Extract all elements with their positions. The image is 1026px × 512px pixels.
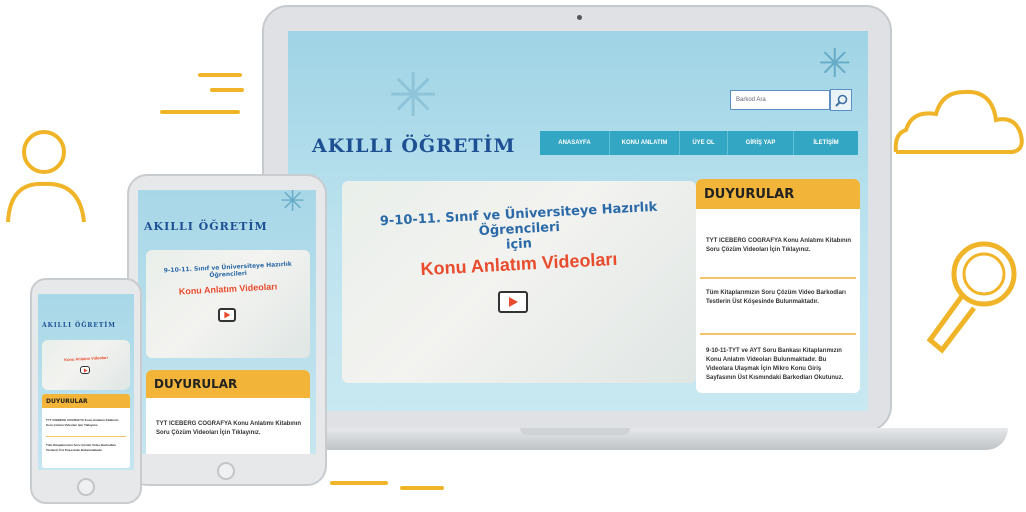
magnifier-icon xyxy=(926,241,1017,354)
palm-icon: ✳ xyxy=(388,62,439,129)
announcements-title: DUYURULAR xyxy=(696,179,860,209)
play-icon xyxy=(83,367,88,373)
site-logo[interactable]: AKILLI ÖĞRETİM xyxy=(42,322,116,329)
divider xyxy=(700,277,856,279)
phone-home-button[interactable] xyxy=(77,478,95,496)
play-icon xyxy=(509,297,518,307)
announcement-item: TYT ICEBERG COGRAFYA Konu Anlatımı Kitab… xyxy=(156,421,302,436)
barcode-search: Barkod Ara xyxy=(730,89,852,111)
tablet-screen: ✳ AKILLI ÖĞRETİM 9-10-11. Sınıf ve Ünive… xyxy=(138,190,316,454)
nav-login[interactable]: GİRİŞ YAP xyxy=(728,131,794,155)
announcement-link[interactable]: Tıklayınız. xyxy=(232,430,261,436)
user-icon xyxy=(6,130,86,223)
announcements-panel: DUYURULAR TYT ICEBERG COGRAFYA Konu Anla… xyxy=(146,370,310,454)
laptop-screen: ✳ ✳ Barkod Ara AKILLI ÖĞRETİM ANASAYFA K… xyxy=(288,31,868,411)
hero-banner[interactable]: 9-10-11. Sınıf ve Üniversiteye Hazırlık … xyxy=(342,181,696,383)
decor-streak xyxy=(210,88,244,92)
cloud-icon xyxy=(893,89,1024,154)
announcements-panel: DUYURULAR TYT ICEBERG COGRAFYA Konu Anla… xyxy=(696,179,860,393)
announcement-link[interactable]: Tıklayınız. xyxy=(84,423,98,427)
play-button[interactable] xyxy=(80,366,90,374)
site-logo[interactable]: AKILLI ÖĞRETİM xyxy=(312,135,515,157)
hero-banner[interactable]: Konu Anlatım Videoları xyxy=(42,340,130,390)
hero-banner[interactable]: 9-10-11. Sınıf ve Üniversiteye Hazırlık … xyxy=(146,250,310,358)
palm-icon: ✳ xyxy=(818,42,852,86)
divider xyxy=(46,436,126,437)
nav-home[interactable]: ANASAYFA xyxy=(540,131,610,155)
play-button[interactable] xyxy=(498,291,528,313)
nav-topics[interactable]: KONU ANLATIM xyxy=(610,131,680,155)
phone-device: AKILLI ÖĞRETİM Konu Anlatım Videoları DU… xyxy=(30,278,142,504)
search-button[interactable] xyxy=(830,89,852,111)
nav-contact[interactable]: İLETİŞİM xyxy=(794,131,858,155)
search-icon xyxy=(834,94,847,107)
announcement-item: Tüm Kitaplarımızın Soru Çözüm Video Bark… xyxy=(46,443,116,452)
search-input[interactable]: Barkod Ara xyxy=(730,90,830,110)
phone-screen: AKILLI ÖĞRETİM Konu Anlatım Videoları DU… xyxy=(38,294,134,470)
tablet-device: ✳ AKILLI ÖĞRETİM 9-10-11. Sınıf ve Ünive… xyxy=(127,174,327,486)
laptop-device: ✳ ✳ Barkod Ara AKILLI ÖĞRETİM ANASAYFA K… xyxy=(262,5,892,432)
palm-icon: ✳ xyxy=(280,190,306,218)
decor-streak xyxy=(330,481,388,485)
hero-title: Konu Anlatım Videoları xyxy=(63,354,108,363)
divider xyxy=(700,333,856,335)
announcement-item: TYT ICEBERG COGRAFYA Konu Anlatımı Kitab… xyxy=(706,238,852,253)
decor-streak xyxy=(160,110,240,114)
announcement-item: Tüm Kitaplarımızın Soru Çözüm Video Bark… xyxy=(706,290,846,305)
play-button[interactable] xyxy=(218,308,236,322)
announcement-item: TYT ICEBERG COGRAFYA Konu Anlatımı Kitab… xyxy=(46,418,119,427)
announcement-item: 9-10-11-TYT ve AYT Soru Bankası Kitaplar… xyxy=(706,348,844,381)
tablet-home-button[interactable] xyxy=(217,462,235,480)
hero-line1: 9-10-11. Sınıf ve Üniversiteye Hazırlık … xyxy=(163,260,292,279)
laptop-camera xyxy=(577,15,582,20)
laptop-notch xyxy=(520,428,630,435)
nav-register[interactable]: ÜYE OL xyxy=(680,131,728,155)
main-nav: ANASAYFA KONU ANLATIM ÜYE OL GİRİŞ YAP İ… xyxy=(540,131,858,155)
hero-title: Konu Anlatım Videoları xyxy=(178,281,278,297)
announcements-panel: DUYURULAR TYT ICEBERG COGRAFYA Konu Anla… xyxy=(42,394,130,468)
announcements-title: DUYURULAR xyxy=(42,394,130,408)
site-logo[interactable]: AKILLI ÖĞRETİM xyxy=(144,220,268,233)
devices-mockup: ✳ ✳ Barkod Ara AKILLI ÖĞRETİM ANASAYFA K… xyxy=(0,0,1026,512)
announcements-title: DUYURULAR xyxy=(146,370,310,398)
announcement-link[interactable]: Tıklayınız. xyxy=(782,247,811,253)
play-icon xyxy=(224,311,231,319)
decor-streak xyxy=(400,486,444,490)
decor-streak xyxy=(198,73,242,77)
